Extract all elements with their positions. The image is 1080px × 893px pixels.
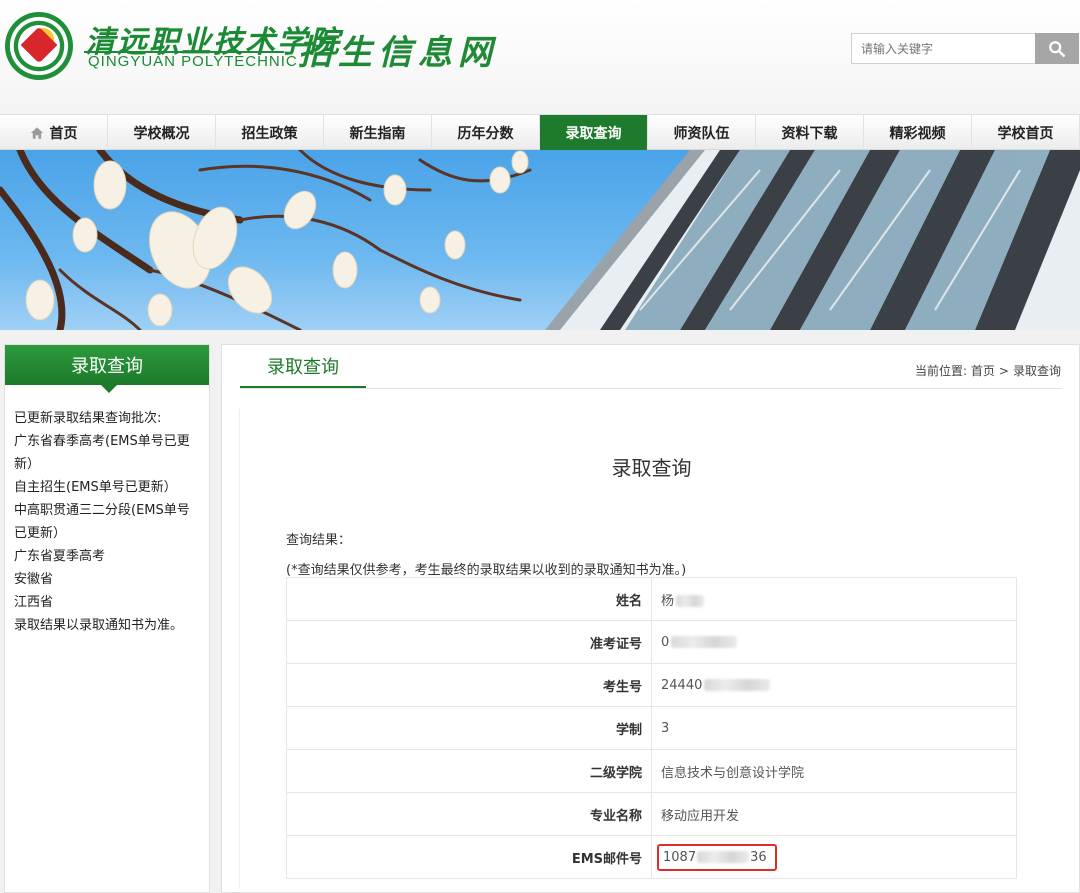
row-value: 1087 36 xyxy=(651,835,1017,879)
table-row: EMS邮件号 1087 36 xyxy=(286,835,1017,879)
redacted-blur xyxy=(676,595,705,607)
breadcrumb-prefix: 当前位置: xyxy=(915,364,968,378)
row-value: 3 xyxy=(651,706,1017,750)
sidebar-title: 录取查询 xyxy=(5,345,209,393)
row-key: 专业名称 xyxy=(286,792,652,836)
sidebar: 录取查询 已更新录取结果查询批次: 广东省春季高考(EMS单号已更新） 自主招生… xyxy=(4,344,210,893)
sidebar-line: 中高职贯通三二分段(EMS单号已更新） xyxy=(14,503,190,541)
nav-item-admission-policy[interactable]: 招生政策 xyxy=(216,115,324,150)
banner-image xyxy=(0,150,1080,330)
school-name-en: QINGYUAN POLYTECHNIC xyxy=(88,53,298,70)
query-content: 录取查询 查询结果： (*查询结果仅供参考，考生最终的录取结果以收到的录取通知书… xyxy=(239,409,1062,889)
table-row: 学制 3 xyxy=(286,706,1017,750)
nav-item-downloads[interactable]: 资料下载 xyxy=(756,115,864,150)
ems-number-prefix: 1087 xyxy=(663,849,697,865)
search-input[interactable] xyxy=(851,33,1036,64)
table-row: 准考证号 0 xyxy=(286,620,1017,664)
table-row: 二级学院 信息技术与创意设计学院 xyxy=(286,749,1017,793)
nav-item-label: 首页 xyxy=(49,125,78,142)
search-icon xyxy=(1049,40,1066,57)
query-title: 录取查询 xyxy=(611,456,692,480)
nav-item-historical-scores[interactable]: 历年分数 xyxy=(432,115,540,150)
school-logo[interactable] xyxy=(5,12,73,80)
sidebar-line: 江西省 xyxy=(14,595,54,610)
row-value: 信息技术与创意设计学院 xyxy=(651,749,1017,793)
home-icon xyxy=(30,126,43,139)
section-divider xyxy=(240,388,1062,389)
name-value: 杨 xyxy=(661,593,675,609)
ems-highlight-box: 1087 36 xyxy=(657,843,777,871)
nav-item-videos[interactable]: 精彩视频 xyxy=(864,115,972,150)
row-value: 24440 xyxy=(651,663,1017,707)
table-row: 考生号 24440 xyxy=(286,663,1017,707)
sidebar-notice: 已更新录取结果查询批次: 广东省春季高考(EMS单号已更新） 自主招生(EMS单… xyxy=(5,385,209,637)
redacted-blur xyxy=(704,679,771,691)
table-row: 专业名称 移动应用开发 xyxy=(286,792,1017,836)
breadcrumb-current[interactable]: 录取查询 xyxy=(1013,364,1061,378)
redacted-blur xyxy=(671,636,738,648)
sidebar-line: 自主招生(EMS单号已更新） xyxy=(14,480,177,495)
main-nav: 首页 学校概况 招生政策 新生指南 历年分数 录取查询 师资队伍 资料下载 精彩… xyxy=(0,114,1080,150)
sidebar-line: 广东省夏季高考 xyxy=(14,549,106,564)
search-button[interactable] xyxy=(1035,33,1079,64)
result-note: (*查询结果仅供参考，考生最终的录取结果以收到的录取通知书为准。) xyxy=(286,563,687,578)
sidebar-line: 安徽省 xyxy=(14,572,54,587)
nav-item-freshman-guide[interactable]: 新生指南 xyxy=(324,115,432,150)
row-key: 学制 xyxy=(286,706,652,750)
nav-item-home[interactable]: 首页 xyxy=(0,115,108,150)
row-key: 二级学院 xyxy=(286,749,652,793)
sidebar-line: 录取结果以录取通知书为准。 xyxy=(14,618,184,633)
row-key: 准考证号 xyxy=(286,620,652,664)
row-key: 姓名 xyxy=(286,577,652,621)
nav-item-faculty[interactable]: 师资队伍 xyxy=(648,115,756,150)
candidate-number-value: 24440 xyxy=(661,677,703,693)
ems-number-suffix: 36 xyxy=(750,849,767,865)
section-tab-title: 录取查询 xyxy=(240,345,366,389)
result-table: 姓名 杨 准考证号 0 考生号 24440 学制 3 二级学院 信息技术与创意设… xyxy=(286,577,1017,879)
main-panel: 录取查询 当前位置: 首页 > 录取查询 录取查询 查询结果： (*查询结果仅供参考… xyxy=(221,344,1080,893)
breadcrumb-home-link[interactable]: 首页 xyxy=(971,364,995,378)
sidebar-line: 已更新录取结果查询批次: xyxy=(14,411,162,426)
row-key: EMS邮件号 xyxy=(286,835,652,879)
sidebar-line: 广东省春季高考(EMS单号已更新） xyxy=(14,434,190,472)
site-title: 招生信息网 xyxy=(298,33,498,73)
nav-item-school-home[interactable]: 学校首页 xyxy=(972,115,1080,150)
row-value: 杨 xyxy=(651,577,1017,621)
banner-illustration xyxy=(0,150,1080,330)
redacted-blur xyxy=(697,851,750,863)
nav-item-admission-query[interactable]: 录取查询 xyxy=(540,115,648,150)
site-header: 清远职业技术学院 QINGYUAN POLYTECHNIC 招生信息网 xyxy=(0,0,1080,114)
exam-number-value: 0 xyxy=(661,634,670,650)
row-value: 0 xyxy=(651,620,1017,664)
breadcrumb: 当前位置: 首页 > 录取查询 xyxy=(915,362,1061,379)
breadcrumb-separator: > xyxy=(998,364,1009,378)
row-key: 考生号 xyxy=(286,663,652,707)
table-row: 姓名 杨 xyxy=(286,577,1017,621)
result-label: 查询结果： xyxy=(286,533,352,548)
nav-item-school-overview[interactable]: 学校概况 xyxy=(108,115,216,150)
row-value: 移动应用开发 xyxy=(651,792,1017,836)
